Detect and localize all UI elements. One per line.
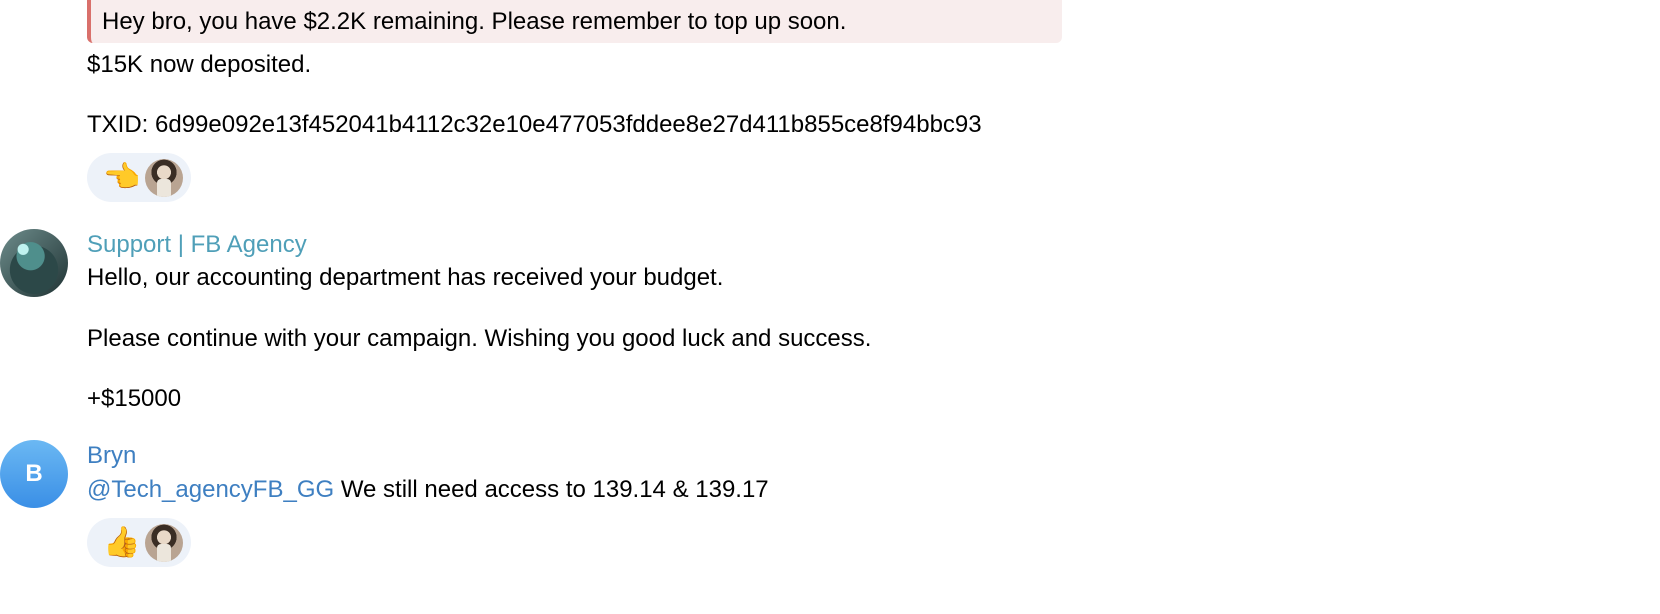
message-bryn-text: @Tech_agencyFB_GG We still need access t… (87, 476, 769, 504)
message-support-line2: Please continue with your campaign. Wish… (87, 325, 872, 352)
reply-quote-text: Hey bro, you have $2.2K remaining. Pleas… (102, 8, 847, 35)
reaction-pill[interactable]: 👈 (87, 153, 191, 202)
reaction-pill[interactable]: 👍 (87, 518, 191, 567)
avatar-initial: B (25, 460, 43, 487)
message-bryn-body: We still need access to 139.14 & 139.17 (334, 476, 769, 503)
message-txid-text: TXID: 6d99e092e13f452041b4112c32e10e4770… (87, 111, 982, 138)
pointing-left-emoji-icon: 👈 (103, 160, 141, 195)
mention-link[interactable]: @Tech_agencyFB_GG (87, 476, 334, 503)
message-deposit-text: $15K now deposited. (87, 51, 312, 78)
thumbs-up-emoji-icon: 👍 (103, 525, 141, 560)
reactor-avatar (145, 524, 183, 562)
support-avatar[interactable] (0, 229, 68, 297)
bryn-avatar[interactable]: B (0, 440, 68, 508)
chat-history: Hey bro, you have $2.2K remaining. Pleas… (0, 0, 1660, 614)
sender-name-bryn[interactable]: Bryn (87, 442, 136, 470)
message-support-line1: Hello, our accounting department has rec… (87, 264, 724, 291)
message-support-line3: +$15000 (87, 385, 182, 412)
reactor-avatar (145, 159, 183, 197)
sender-name-support[interactable]: Support | FB Agency (87, 231, 307, 259)
